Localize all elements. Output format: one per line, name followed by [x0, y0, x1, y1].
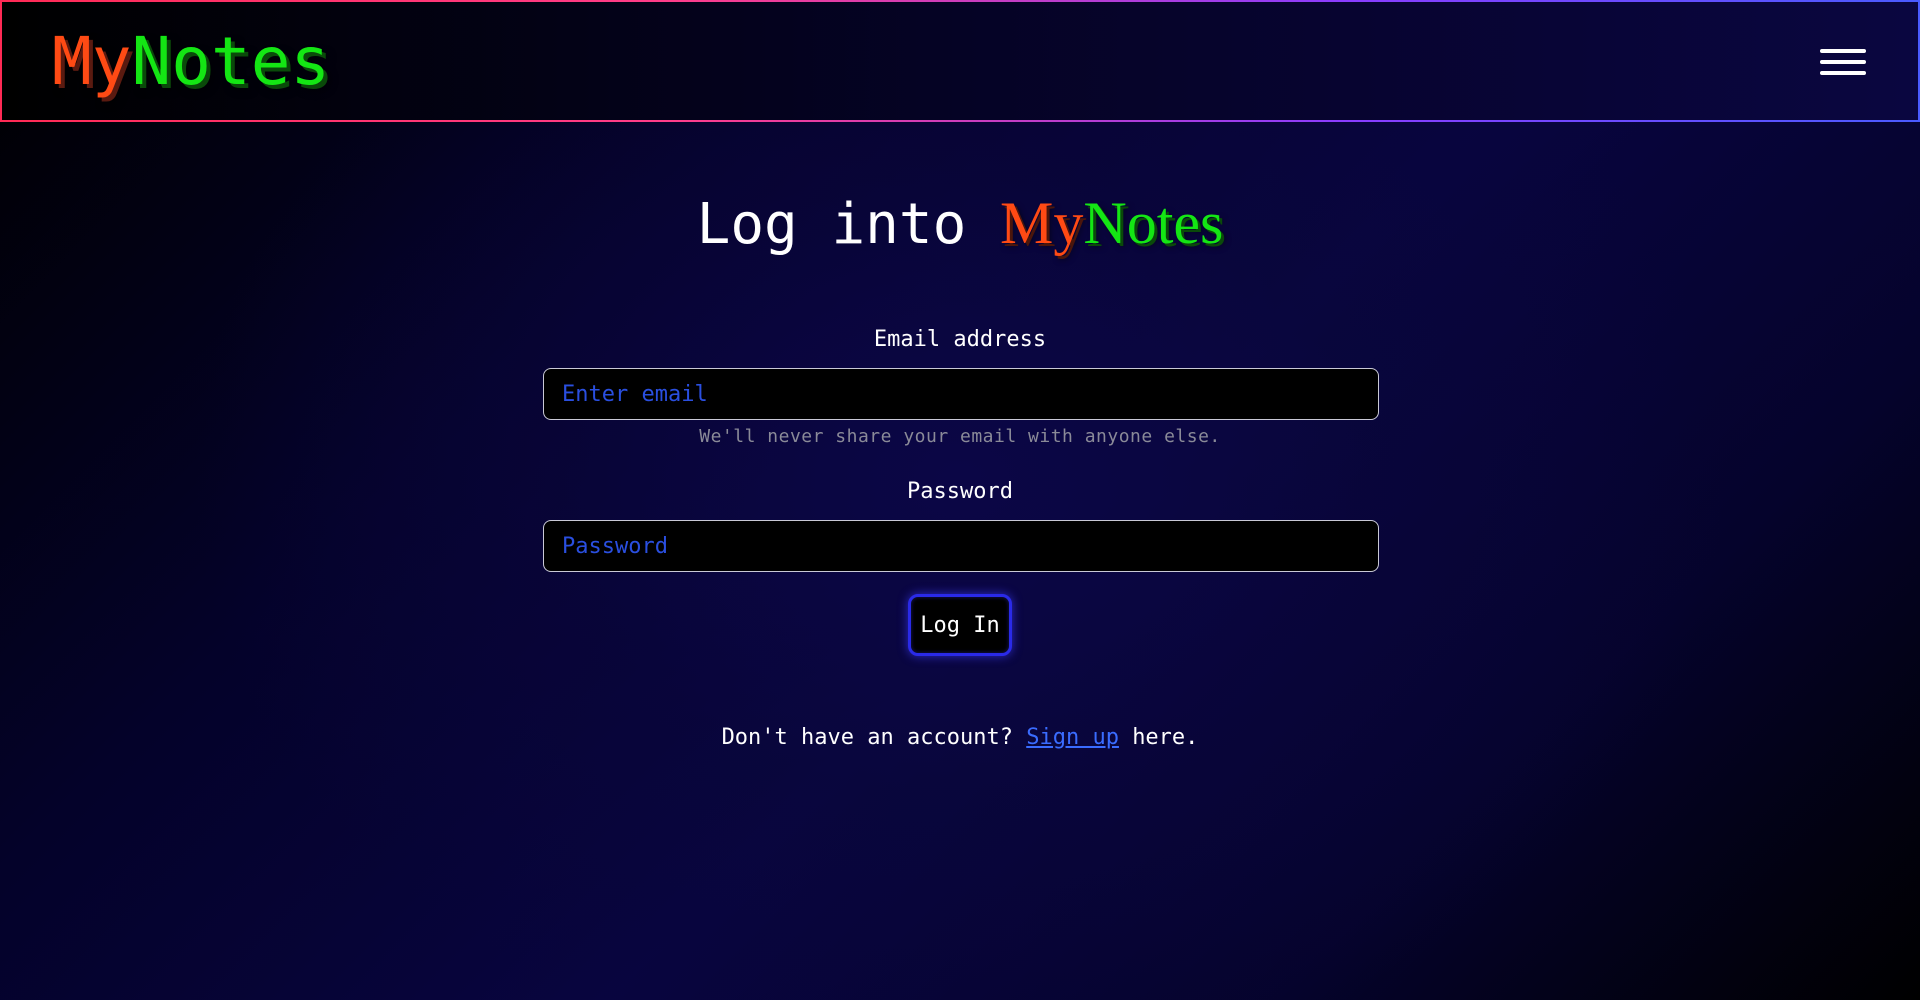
email-input[interactable] [543, 368, 1379, 420]
page-title: Log into MyNotes [0, 188, 1920, 260]
email-label: Email address [873, 327, 1047, 352]
title-brand-my: My [1000, 190, 1084, 256]
brand-my-text: My [52, 23, 132, 100]
hamburger-menu-icon[interactable] [1820, 45, 1868, 81]
signup-prompt: Don't have an account? Sign up here. [0, 722, 1920, 754]
email-help-text: We'll never share your email with anyone… [699, 426, 1221, 447]
title-brand: MyNotes [1000, 190, 1223, 256]
title-prefix: Log into [696, 192, 967, 257]
hamburger-bar [1820, 49, 1866, 53]
password-input[interactable] [543, 520, 1379, 572]
brand-notes-text: Notes [131, 23, 331, 100]
title-brand-notes: Notes [1083, 190, 1224, 256]
signup-prefix: Don't have an account? [721, 725, 1013, 750]
signup-link[interactable]: Sign up [1026, 725, 1119, 750]
signup-suffix: here. [1132, 725, 1199, 750]
navbar: MyNotes [0, 0, 1920, 122]
login-button[interactable]: Log In [908, 594, 1012, 656]
brand-logo[interactable]: MyNotes [52, 22, 330, 102]
hamburger-bar [1820, 71, 1866, 75]
hamburger-bar [1820, 60, 1866, 64]
password-label: Password [907, 479, 1013, 504]
